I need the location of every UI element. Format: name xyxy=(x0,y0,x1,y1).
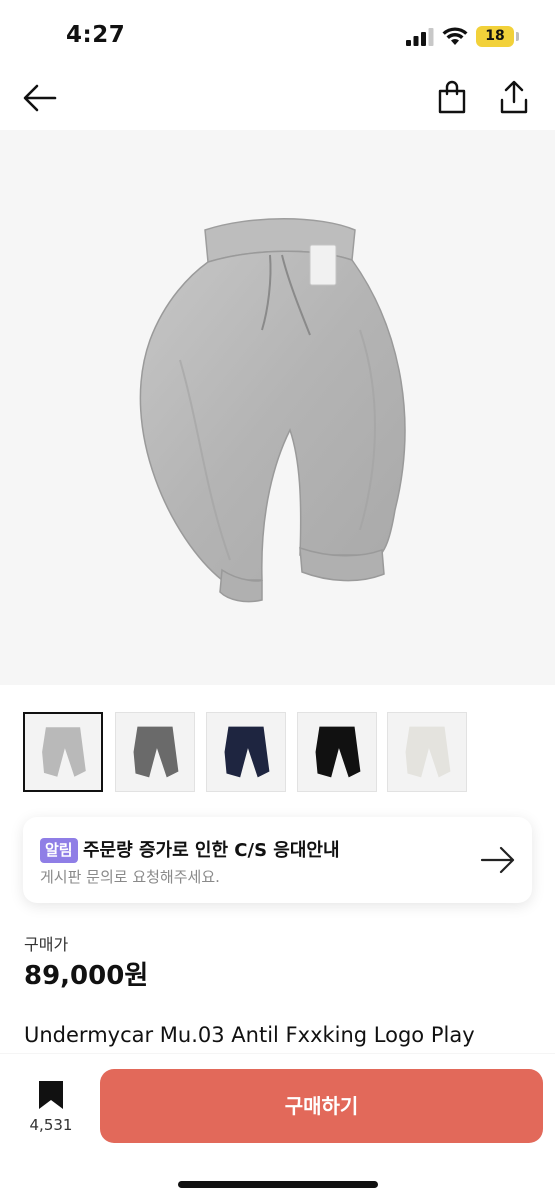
notice-badge: 알림 xyxy=(40,838,78,863)
wishlist-button[interactable]: 4,531 xyxy=(22,1076,80,1140)
product-title: Undermycar Mu.03 Antil Fxxking Logo Play… xyxy=(24,1023,475,1056)
battery-indicator: 18 xyxy=(476,26,514,47)
thumbnail-charcoal[interactable] xyxy=(115,712,195,792)
battery-tip xyxy=(516,32,519,41)
thumbnail-black[interactable] xyxy=(297,712,377,792)
buy-button[interactable]: 구매하기 xyxy=(100,1069,543,1143)
shopping-bag-icon[interactable] xyxy=(436,80,468,114)
notice-title: 주문량 증가로 인한 C/S 응대안내 xyxy=(83,840,340,861)
status-time: 4:27 xyxy=(66,22,126,48)
thumbnail-gray[interactable] xyxy=(23,712,103,792)
share-icon[interactable] xyxy=(498,80,530,114)
price-value: 89,000원 xyxy=(24,961,149,991)
product-main-image[interactable] xyxy=(0,130,555,685)
back-arrow-icon[interactable] xyxy=(22,82,58,114)
bookmark-icon xyxy=(39,1081,63,1109)
cellular-signal-icon xyxy=(406,28,434,46)
product-title-container: Undermycar Mu.03 Antil Fxxking Logo Play… xyxy=(24,1020,534,1056)
thumbnail-navy[interactable] xyxy=(206,712,286,792)
arrow-right-icon xyxy=(480,846,515,874)
notice-subtitle: 게시판 문의로 요청해주세요. xyxy=(40,868,220,886)
notice-card[interactable]: 알림 주문량 증가로 인한 C/S 응대안내 게시판 문의로 요청해주세요. xyxy=(23,817,532,903)
home-indicator xyxy=(178,1181,378,1188)
wishlist-count: 4,531 xyxy=(29,1116,73,1134)
wifi-icon xyxy=(442,27,468,45)
thumbnail-cream[interactable] xyxy=(387,712,467,792)
price-label: 구매가 xyxy=(24,935,69,954)
nav-bar xyxy=(0,70,555,130)
status-bar: 4:27 18 xyxy=(0,0,555,70)
bottom-action-bar: 4,531 구매하기 xyxy=(0,1054,555,1200)
sweatpants-illustration xyxy=(139,218,406,603)
